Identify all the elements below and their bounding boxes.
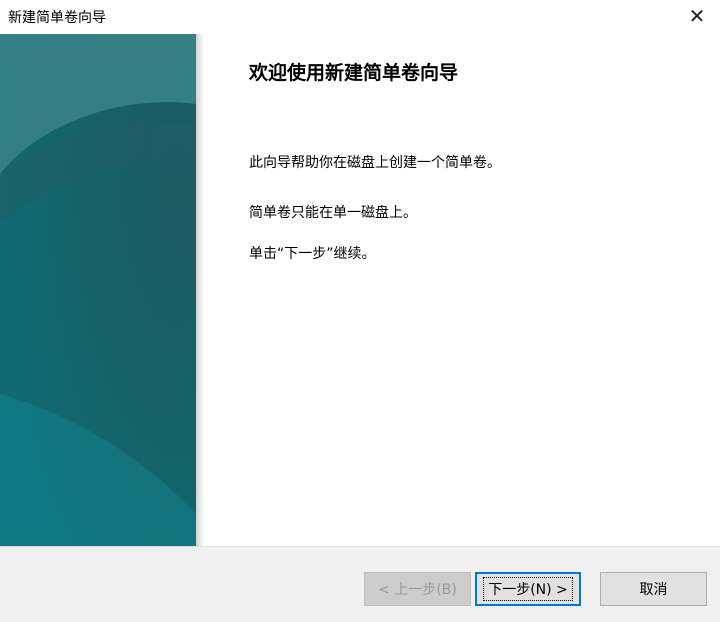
banner-shadow	[196, 34, 204, 546]
next-button-label: 下一步(N) >	[483, 577, 573, 601]
close-icon[interactable]: ✕	[674, 0, 720, 32]
description-text: 简单卷只能在单一磁盘上。	[249, 205, 417, 221]
next-button[interactable]: 下一步(N) >	[475, 572, 581, 606]
wizard-content: 欢迎使用新建简单卷向导 此向导帮助你在磁盘上创建一个简单卷。 简单卷只能在单一磁…	[204, 34, 720, 546]
back-button[interactable]: < 上一步(B)	[364, 572, 471, 606]
description-text: 此向导帮助你在磁盘上创建一个简单卷。	[249, 155, 501, 171]
banner-graphic	[0, 34, 196, 546]
wizard-footer: < 上一步(B) 下一步(N) > 取消	[0, 547, 720, 622]
page-title: 欢迎使用新建简单卷向导	[249, 62, 459, 84]
wizard-side-banner	[0, 34, 196, 546]
window-title: 新建简单卷向导	[8, 10, 106, 26]
title-bar: 新建简单卷向导 ✕	[0, 0, 720, 34]
instruction-text: 单击“下一步”继续。	[249, 246, 376, 262]
cancel-button[interactable]: 取消	[600, 572, 707, 606]
